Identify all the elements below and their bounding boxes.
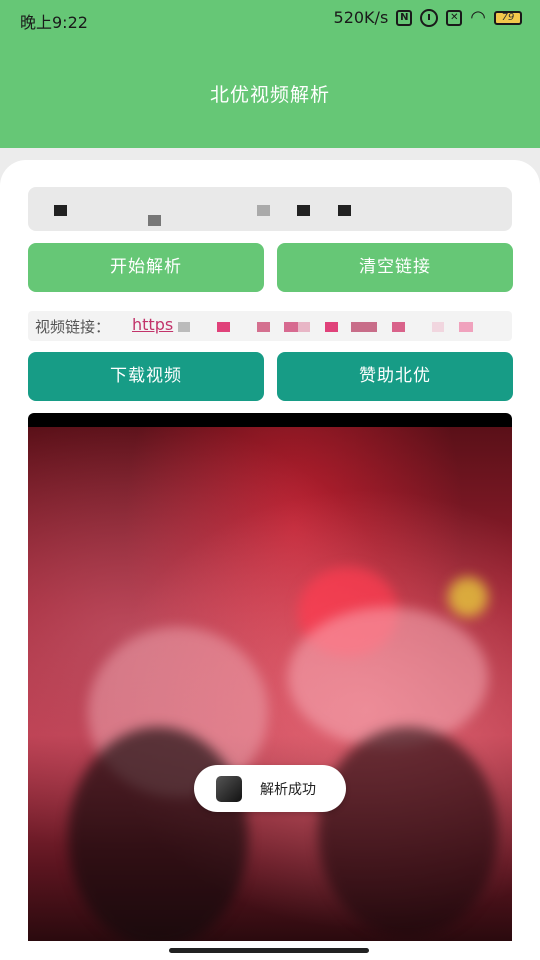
dancer-figure <box>318 727 498 937</box>
redacted-text <box>297 205 310 216</box>
redacted-link <box>351 322 377 332</box>
network-speed: 520K/s <box>333 8 389 27</box>
alarm-icon <box>420 8 439 27</box>
redacted-link <box>325 322 338 332</box>
stage-light <box>448 577 488 617</box>
app-icon <box>216 776 242 802</box>
video-link-label: 视频链接： <box>35 318 111 336</box>
wifi-icon: ◠ <box>470 6 486 28</box>
page-title: 北优视频解析 <box>209 84 330 106</box>
redacted-link <box>284 322 298 332</box>
redacted-link <box>217 322 230 332</box>
status-bar: 晚上9:22 520K/s N ✕ ◠ 79 <box>0 0 540 36</box>
app-header: 晚上9:22 520K/s N ✕ ◠ 79 北优视频解析 <box>0 0 540 148</box>
home-indicator[interactable] <box>169 948 369 953</box>
toast-message: 解析成功 <box>260 782 316 798</box>
redacted-link <box>459 322 473 332</box>
download-video-button[interactable]: 下载视频 <box>28 352 264 401</box>
url-input[interactable] <box>28 187 512 231</box>
redacted-link <box>298 322 310 332</box>
status-time: 晚上9:22 <box>20 13 88 32</box>
redacted-link <box>392 322 405 332</box>
start-parse-button[interactable]: 开始解析 <box>28 243 264 292</box>
sponsor-button[interactable]: 赞助北优 <box>277 352 513 401</box>
dancer-figure <box>288 607 488 747</box>
clear-link-button[interactable]: 清空链接 <box>277 243 513 292</box>
status-icons: 520K/s N ✕ ◠ 79 <box>334 8 522 27</box>
redacted-text <box>54 205 67 216</box>
redacted-text <box>148 215 161 226</box>
video-link[interactable]: https <box>132 315 173 334</box>
toast-notification: 解析成功 <box>194 765 346 812</box>
redacted-link <box>432 322 444 332</box>
redacted-text <box>257 205 270 216</box>
video-frame <box>28 427 512 941</box>
redacted-text <box>338 205 351 216</box>
nfc-icon: N <box>396 9 413 26</box>
dancer-figure <box>68 727 248 941</box>
redacted-link <box>178 322 190 332</box>
video-player[interactable] <box>28 413 512 941</box>
sim-icon: ✕ <box>446 9 463 26</box>
redacted-link <box>257 322 270 332</box>
battery-icon: 79 <box>494 10 522 25</box>
